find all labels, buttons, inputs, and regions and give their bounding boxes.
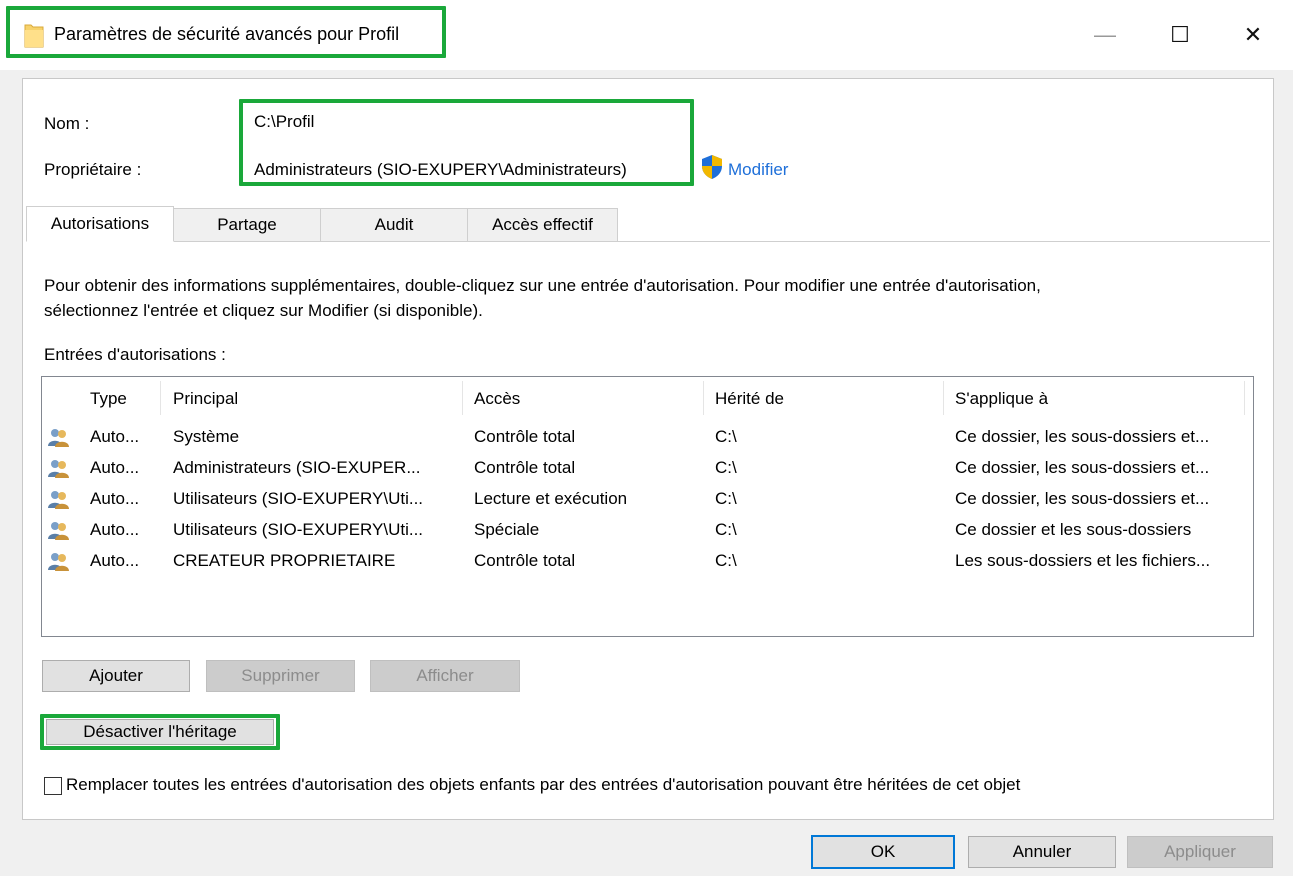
row-access: Contrôle total xyxy=(474,427,576,446)
table-row[interactable]: Auto... CREATEUR PROPRIETAIRE Contrôle t… xyxy=(44,550,1244,578)
table-row[interactable]: Auto... Système Contrôle total C:\ Ce do… xyxy=(44,426,1244,454)
row-inherited: C:\ xyxy=(715,489,737,508)
owner-label: Propriétaire : xyxy=(44,160,142,179)
row-access: Lecture et exécution xyxy=(474,489,628,508)
ok-button[interactable]: OK xyxy=(811,835,955,869)
description-line-1: Pour obtenir des informations supplément… xyxy=(44,276,1041,295)
row-access: Contrôle total xyxy=(474,458,576,477)
close-icon: ✕ xyxy=(1243,22,1263,47)
users-icon xyxy=(48,429,69,447)
remove-button[interactable]: Supprimer xyxy=(206,660,355,692)
column-separator[interactable] xyxy=(943,381,944,415)
minimize-button[interactable]: — xyxy=(1080,18,1130,52)
row-inherited: C:\ xyxy=(715,427,737,446)
row-applies: Ce dossier, les sous-dossiers et... xyxy=(955,489,1210,508)
view-button[interactable]: Afficher xyxy=(370,660,520,692)
change-owner-link[interactable]: Modifier xyxy=(728,160,788,180)
row-principal: Administrateurs (SIO-EXUPER... xyxy=(173,458,421,477)
tab-acces-effectif[interactable]: Accès effectif xyxy=(467,208,618,242)
row-inherited: C:\ xyxy=(715,520,737,539)
column-header-access[interactable]: Accès xyxy=(474,389,520,409)
maximize-button[interactable]: ☐ xyxy=(1155,18,1205,52)
row-type: Auto... xyxy=(90,458,140,477)
row-principal: Utilisateurs (SIO-EXUPERY\Uti... xyxy=(173,520,424,539)
column-header-applies[interactable]: S'applique à xyxy=(955,389,1048,409)
replace-child-permissions-checkbox[interactable] xyxy=(44,777,62,795)
row-access: Contrôle total xyxy=(474,551,576,570)
cancel-button[interactable]: Annuler xyxy=(968,836,1116,868)
apply-button[interactable]: Appliquer xyxy=(1127,836,1273,868)
row-type: Auto... xyxy=(90,427,140,446)
row-inherited: C:\ xyxy=(715,458,737,477)
replace-child-permissions-label[interactable]: Remplacer toutes les entrées d'autorisat… xyxy=(66,775,1020,795)
column-separator[interactable] xyxy=(1244,381,1245,415)
column-separator[interactable] xyxy=(462,381,463,415)
entries-label: Entrées d'autorisations : xyxy=(44,345,226,364)
row-access: Spéciale xyxy=(474,520,540,539)
row-applies: Ce dossier, les sous-dossiers et... xyxy=(955,427,1210,446)
title-highlight xyxy=(6,6,446,58)
row-inherited: C:\ xyxy=(715,551,737,570)
users-icon xyxy=(48,522,69,540)
row-type: Auto... xyxy=(90,551,140,570)
add-button[interactable]: Ajouter xyxy=(42,660,190,692)
row-principal: CREATEUR PROPRIETAIRE xyxy=(173,551,396,570)
row-principal: Système xyxy=(173,427,240,446)
table-row[interactable]: Auto... Administrateurs (SIO-EXUPER... C… xyxy=(44,457,1244,485)
row-applies: Ce dossier et les sous-dossiers xyxy=(955,520,1192,539)
table-row[interactable]: Auto... Utilisateurs (SIO-EXUPERY\Uti...… xyxy=(44,488,1244,516)
inheritance-highlight xyxy=(40,714,280,750)
column-separator[interactable] xyxy=(160,381,161,415)
row-applies: Ce dossier, les sous-dossiers et... xyxy=(955,458,1210,477)
column-header-inherited[interactable]: Hérité de xyxy=(715,389,784,409)
tab-audit[interactable]: Audit xyxy=(320,208,468,242)
info-highlight xyxy=(239,99,694,186)
description-line-2: sélectionnez l'entrée et cliquez sur Mod… xyxy=(44,301,483,320)
row-principal: Utilisateurs (SIO-EXUPERY\Uti... xyxy=(173,489,424,508)
column-header-type[interactable]: Type xyxy=(90,389,127,409)
tab-partage[interactable]: Partage xyxy=(173,208,321,242)
row-applies: Les sous-dossiers et les fichiers... xyxy=(955,551,1211,570)
tab-autorisations[interactable]: Autorisations xyxy=(26,206,174,242)
name-label: Nom : xyxy=(44,114,90,133)
column-header-principal[interactable]: Principal xyxy=(173,389,238,409)
row-type: Auto... xyxy=(90,520,140,539)
close-button[interactable]: ✕ xyxy=(1228,18,1278,52)
users-icon xyxy=(48,491,69,509)
minimize-icon: — xyxy=(1094,22,1116,47)
table-row[interactable]: Auto... Utilisateurs (SIO-EXUPERY\Uti...… xyxy=(44,519,1244,547)
users-icon xyxy=(48,553,69,571)
users-icon xyxy=(48,460,69,478)
uac-shield-icon[interactable] xyxy=(700,154,724,180)
row-type: Auto... xyxy=(90,489,140,508)
column-separator[interactable] xyxy=(703,381,704,415)
maximize-icon: ☐ xyxy=(1170,22,1190,47)
